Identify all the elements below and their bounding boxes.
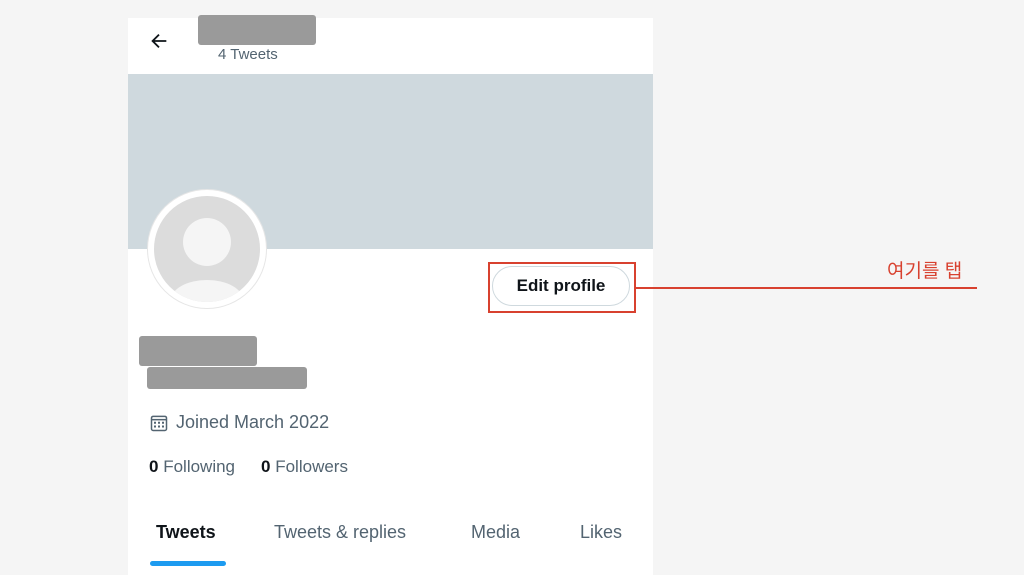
follow-stats: 0 Following 0 Followers <box>149 457 374 477</box>
following-count: 0 <box>149 457 159 476</box>
redacted-handle <box>147 367 307 389</box>
redacted-display-name <box>198 15 316 45</box>
redacted-name <box>139 336 257 366</box>
back-arrow-icon <box>151 33 167 49</box>
annotation-callout-text: 여기를 탭 <box>887 261 963 282</box>
following-label: Following <box>163 457 236 476</box>
tweet-count: 4 Tweets <box>218 46 278 63</box>
tab-tweets-replies[interactable]: Tweets & replies <box>274 522 406 543</box>
following-link[interactable]: 0 Following <box>149 457 235 477</box>
tab-likes[interactable]: Likes <box>580 522 622 543</box>
back-button[interactable] <box>146 28 172 54</box>
active-tab-indicator <box>150 561 226 566</box>
annotation-line <box>636 287 977 289</box>
followers-link[interactable]: 0 Followers <box>261 457 348 477</box>
followers-count: 0 <box>261 457 271 476</box>
avatar[interactable] <box>148 190 266 308</box>
annotation-highlight-box <box>488 262 636 313</box>
tab-media[interactable]: Media <box>471 522 520 543</box>
tab-tweets[interactable]: Tweets <box>156 522 216 543</box>
profile-tabs: Tweets Tweets & replies Media Likes <box>128 508 653 568</box>
profile-header: 4 Tweets <box>128 15 653 74</box>
joined-date: Joined March 2022 <box>149 412 329 433</box>
calendar-icon <box>150 415 168 431</box>
default-avatar-icon <box>154 196 260 302</box>
joined-text: Joined March 2022 <box>176 412 330 432</box>
followers-label: Followers <box>275 457 348 476</box>
